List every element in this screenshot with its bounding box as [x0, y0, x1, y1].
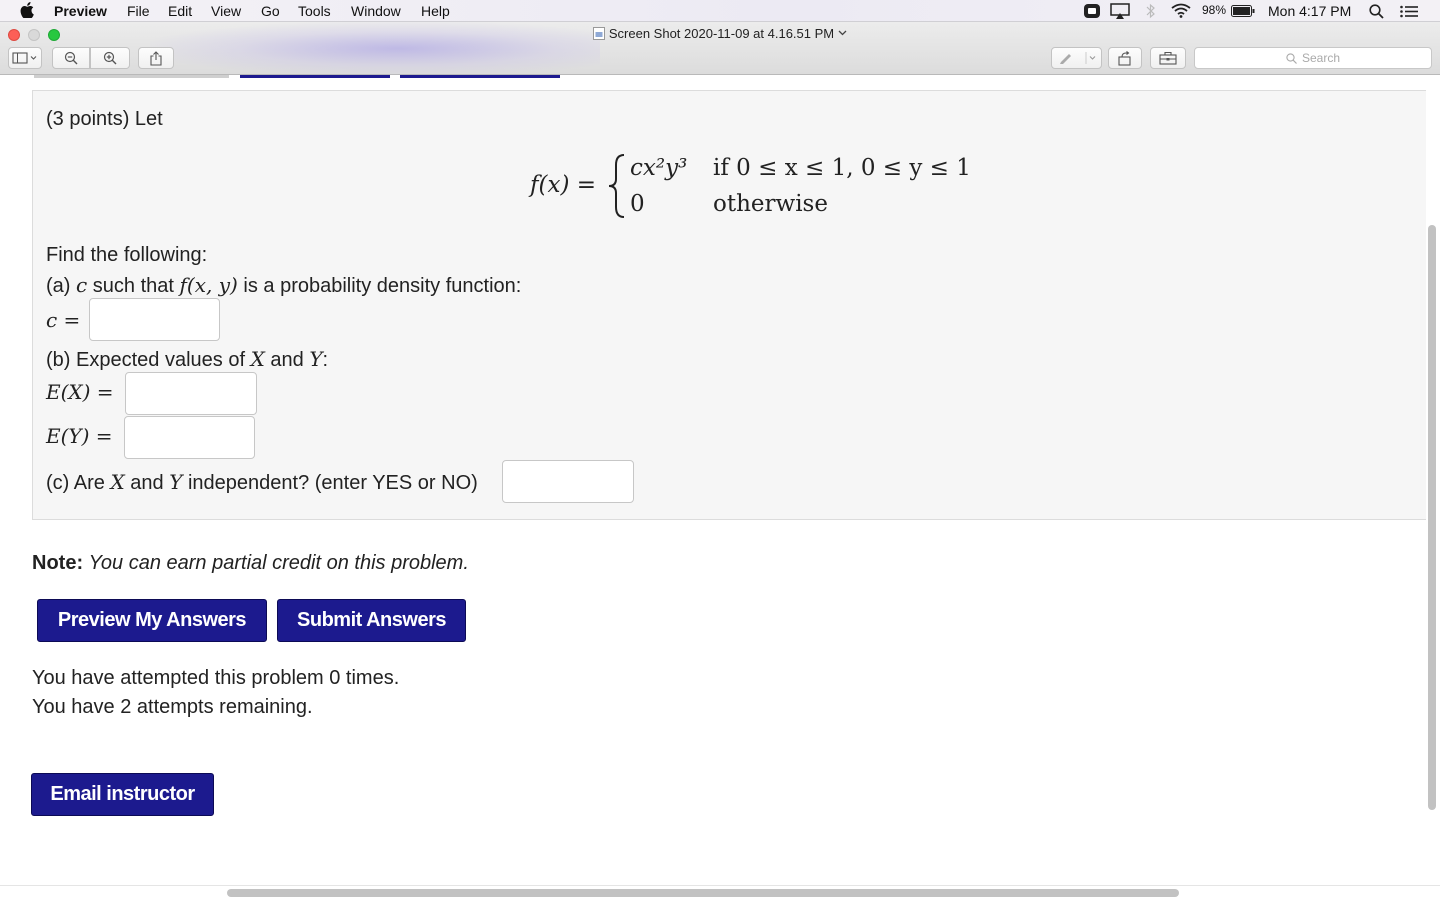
c-answer-input[interactable]	[89, 298, 220, 341]
zoom-in-button[interactable]	[90, 47, 130, 69]
note: Note: You can earn partial credit on thi…	[32, 552, 469, 575]
menu-help[interactable]: Help	[421, 3, 450, 19]
tab-stub-3[interactable]	[400, 75, 560, 78]
horizontal-scrollbar[interactable]	[227, 889, 1179, 897]
ex-label: E(X) =	[46, 380, 114, 404]
menu-view[interactable]: View	[211, 3, 241, 19]
menu-app-name[interactable]: Preview	[54, 3, 107, 19]
part-a-suffix: is a probability density function:	[243, 275, 522, 297]
window-title[interactable]: Screen Shot 2020-11-09 at 4.16.51 PM	[609, 26, 834, 41]
zoom-out-icon	[64, 51, 78, 65]
sidebar-toggle-button[interactable]	[8, 47, 42, 69]
screen-record-icon[interactable]	[1084, 3, 1100, 19]
formula-case2-condition: otherwise	[713, 191, 828, 217]
part-c-y: Y	[169, 470, 183, 494]
menu-go[interactable]: Go	[261, 3, 280, 19]
battery-percent: 98%	[1202, 3, 1227, 17]
markup-button[interactable]	[1051, 47, 1102, 69]
problem-intro: (3 points) Let	[46, 108, 163, 130]
part-a-mid: such that	[92, 275, 174, 297]
part-c-and: and	[130, 472, 164, 494]
notification-center-icon[interactable]	[1400, 5, 1418, 18]
independence-answer-input[interactable]	[502, 460, 634, 503]
menu-edit[interactable]: Edit	[168, 3, 192, 19]
pen-icon	[1059, 52, 1095, 64]
c-label: c =	[46, 308, 81, 332]
attempts-remaining: You have 2 attempts remaining.	[32, 696, 313, 718]
formula-case1-condition: if 0 ≤ x ≤ 1, 0 ≤ y ≤ 1	[713, 155, 971, 181]
part-b-colon: :	[322, 349, 329, 371]
window-toolbar: Screen Shot 2020-11-09 at 4.16.51 PM Sea…	[0, 22, 1440, 75]
rotate-icon	[1118, 50, 1131, 66]
spotlight-search-icon[interactable]	[1369, 4, 1384, 19]
part-b-and: and	[270, 349, 304, 371]
email-instructor-button[interactable]: Email instructor	[31, 773, 214, 816]
document-icon	[592, 27, 605, 40]
window-title-bar: Screen Shot 2020-11-09 at 4.16.51 PM	[0, 26, 1440, 41]
menu-bar: Preview File Edit View Go Tools Window H…	[0, 0, 1440, 22]
brace-icon	[608, 154, 625, 218]
part-c-suffix: independent? (enter YES or NO)	[187, 472, 478, 494]
part-a-prefix: (a)	[46, 275, 71, 297]
part-a-text: (a) c such that f(x, y) is a probability…	[46, 273, 521, 298]
ey-answer-input[interactable]	[124, 416, 255, 459]
search-icon	[1286, 52, 1297, 64]
part-c-prefix: (c) Are	[46, 472, 105, 494]
part-b-y: Y	[309, 347, 323, 371]
wifi-icon[interactable]	[1171, 3, 1191, 18]
formula-lhs: f(x) =	[530, 172, 597, 198]
part-a-var: c	[76, 273, 88, 297]
search-field[interactable]: Search	[1194, 47, 1432, 69]
chevron-down-icon[interactable]	[838, 30, 847, 36]
menu-file[interactable]: File	[127, 3, 150, 19]
ex-answer-input[interactable]	[125, 372, 257, 415]
sidebar-icon	[12, 52, 37, 64]
rotate-button[interactable]	[1108, 47, 1142, 69]
part-b-text: (b) Expected values of X and Y:	[46, 347, 328, 372]
note-text: You can earn partial credit on this prob…	[88, 552, 469, 574]
battery-icon[interactable]	[1231, 5, 1255, 17]
menu-clock[interactable]: Mon 4:17 PM	[1268, 3, 1351, 19]
zoom-out-button[interactable]	[52, 47, 90, 69]
page-bottom-border	[0, 885, 1440, 886]
toolbox-button[interactable]	[1150, 47, 1186, 69]
apple-icon[interactable]	[20, 2, 34, 18]
preview-answers-button[interactable]: Preview My Answers	[37, 599, 267, 642]
part-a-func: f(x, y)	[179, 273, 238, 297]
formula-case1-expr: cx²y³	[630, 155, 688, 181]
submit-answers-button[interactable]: Submit Answers	[277, 599, 466, 642]
share-icon	[150, 50, 162, 66]
zoom-in-icon	[103, 51, 117, 65]
formula-case2-expr: 0	[630, 191, 645, 217]
problem-panel: (3 points) Let f(x) = cx²y³ if 0 ≤ x ≤ 1…	[32, 90, 1426, 520]
tab-stub-2[interactable]	[240, 75, 390, 78]
airplay-icon[interactable]	[1110, 3, 1130, 19]
bluetooth-icon[interactable]	[1146, 3, 1156, 19]
note-label: Note:	[32, 552, 84, 574]
search-placeholder: Search	[1301, 51, 1341, 65]
part-c-text: (c) Are X and Y independent? (enter YES …	[46, 470, 478, 495]
attempts-made: You have attempted this problem 0 times.	[32, 667, 400, 689]
part-c-x: X	[110, 470, 125, 494]
document-content: (3 points) Let f(x) = cx²y³ if 0 ≤ x ≤ 1…	[0, 75, 1440, 900]
share-button[interactable]	[138, 47, 174, 69]
menu-window[interactable]: Window	[351, 3, 401, 19]
ey-label: E(Y) =	[46, 424, 113, 448]
menu-tools[interactable]: Tools	[298, 3, 331, 19]
part-b-x: X	[250, 347, 265, 371]
vertical-scrollbar[interactable]	[1428, 225, 1436, 810]
toolbox-icon	[1159, 51, 1177, 65]
part-b-prefix: (b) Expected values of	[46, 349, 245, 371]
find-label: Find the following:	[46, 244, 208, 266]
tab-stub-1[interactable]	[34, 75, 229, 78]
